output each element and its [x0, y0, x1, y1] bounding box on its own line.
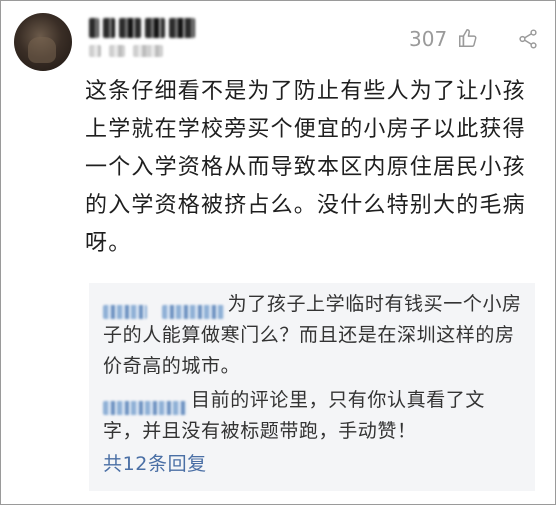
- view-all-replies-link[interactable]: 共12条回复: [103, 449, 207, 476]
- reply-author-redacted[interactable]: [103, 298, 224, 319]
- thumbs-up-icon[interactable]: [457, 27, 479, 49]
- username-redacted[interactable]: [89, 15, 195, 41]
- like-count[interactable]: 307: [409, 27, 447, 51]
- reply-item[interactable]: 目前的评论里，只有你认真看了文字，并且没有被标题带跑，手动赞！: [103, 385, 523, 447]
- user-avatar[interactable]: [14, 13, 72, 71]
- share-icon[interactable]: [517, 28, 539, 50]
- comment-meta-redacted: [89, 45, 163, 57]
- comment-text: 这条仔细看不是为了防止有些人为了让小孩上学就在学校旁买个便宜的小房子以此获得一个…: [85, 79, 526, 256]
- reply-author-redacted[interactable]: [103, 394, 187, 415]
- comment-card: 307 这条仔细看不是为了防止有些人为了让小孩上学就在学校旁买个便宜的小房子以此…: [0, 0, 556, 505]
- reply-preview-box[interactable]: 为了孩子上学临时有钱买一个小房子的人能算做寒门么？而且还是在深圳这样的房价奇高的…: [89, 283, 535, 491]
- reply-item[interactable]: 为了孩子上学临时有钱买一个小房子的人能算做寒门么？而且还是在深圳这样的房价奇高的…: [103, 289, 523, 382]
